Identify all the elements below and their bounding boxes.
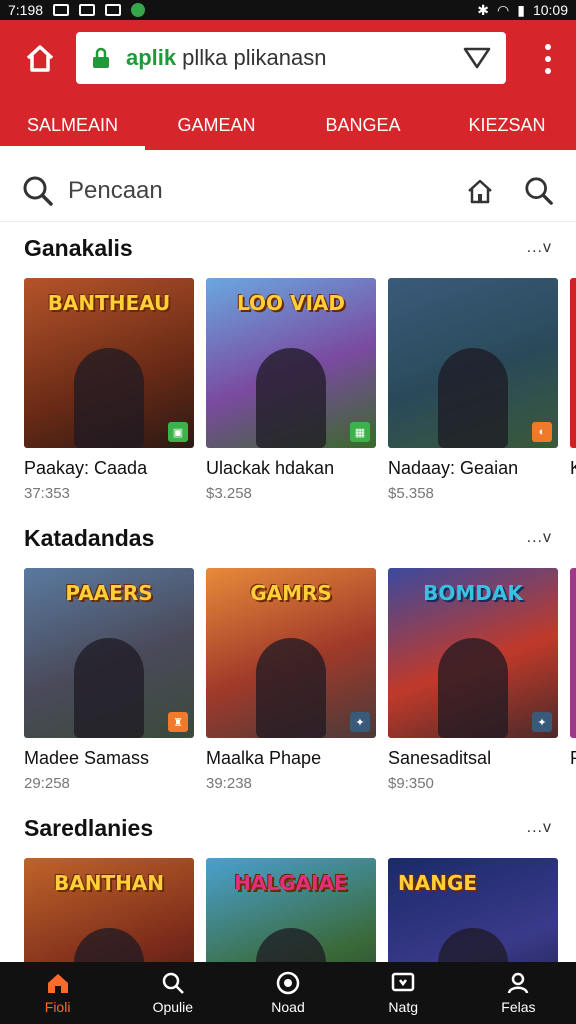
game-card[interactable]: LOO VIAD ▦ Ulackak hdakan $3.258 xyxy=(206,278,376,502)
nav-item-fioli[interactable]: Fioli xyxy=(0,962,115,1024)
nav-item-opulie[interactable]: Opulie xyxy=(115,962,230,1024)
game-thumbnail: GAMRS ✦ xyxy=(206,568,376,738)
game-thumbnail: ◐ xyxy=(388,278,558,448)
url-domain: aplik xyxy=(126,45,177,70)
tab-bar: SALMEAIN GAMEAN BANGEA KIEZSAN xyxy=(0,100,576,150)
home-icon xyxy=(47,974,68,993)
status-time: 7:198 xyxy=(8,2,44,18)
url-text: pllka plikanasn xyxy=(182,45,327,70)
game-card[interactable]: ◐ Nadaay: Geaian $5.358 xyxy=(388,278,558,502)
badge-icon: ▣ xyxy=(168,422,188,442)
status-right-time: 10:09 xyxy=(532,2,568,18)
browser-toolbar: aplik pllka plikanasn SALMEAIN GAMEAN BA… xyxy=(0,20,576,150)
url-bar[interactable]: aplik pllka plikanasn xyxy=(76,32,506,84)
game-thumbnail xyxy=(570,568,576,738)
game-character xyxy=(438,638,508,738)
store-icon xyxy=(391,972,415,992)
tab-salmeain[interactable]: SALMEAIN xyxy=(0,100,145,150)
notification-icon xyxy=(79,4,96,16)
badge-icon: ♜ xyxy=(168,712,188,732)
section-katadandas: Katadandas ...v PAAERS ♜ Madee Samass 29… xyxy=(0,518,576,792)
section-title: Ganakalis xyxy=(24,234,133,261)
search-icon xyxy=(162,972,184,994)
more-button[interactable]: ...v xyxy=(527,529,552,547)
bluetooth-icon: ✱ xyxy=(477,1,490,18)
search-icon xyxy=(23,176,53,206)
more-vert-icon[interactable] xyxy=(542,44,554,74)
lock-icon xyxy=(93,47,109,68)
game-character xyxy=(438,348,508,448)
app-icon xyxy=(131,3,146,17)
nav-item-felas[interactable]: Felas xyxy=(461,962,576,1024)
game-card[interactable]: BANTHEAU ▣ Paakay: Caada 37:353 xyxy=(24,278,194,502)
more-button[interactable]: ...v xyxy=(527,239,552,257)
badge-icon: ▦ xyxy=(350,422,370,442)
wifi-icon: ◠ xyxy=(497,1,510,18)
section-title: Saredlanies xyxy=(24,814,154,841)
home-icon[interactable] xyxy=(22,40,58,76)
signal-icon: ▮ xyxy=(517,1,525,18)
game-character xyxy=(256,348,326,448)
bottom-navigation: Fioli Opulie Noad Natg Felas xyxy=(0,962,576,1024)
nav-item-natg[interactable]: Natg xyxy=(346,962,461,1024)
person-icon xyxy=(508,972,529,994)
circle-icon xyxy=(276,971,300,995)
search-bar[interactable]: Pencaan xyxy=(0,160,576,222)
status-bar: 7:198 ✱ ◠ ▮ 10:09 xyxy=(0,0,576,20)
game-thumbnail: PAAERS ♜ xyxy=(24,568,194,738)
dropdown-icon[interactable] xyxy=(462,45,492,71)
game-card[interactable]: P xyxy=(570,568,576,792)
game-character xyxy=(74,638,144,738)
game-character xyxy=(74,348,144,448)
game-thumbnail xyxy=(570,278,576,448)
game-card[interactable]: PAAERS ♜ Madee Samass 29:258 xyxy=(24,568,194,792)
nav-item-noad[interactable]: Noad xyxy=(230,962,345,1024)
badge-icon: ✦ xyxy=(532,712,552,732)
badge-icon: ◐ xyxy=(532,422,552,442)
section-title: Katadandas xyxy=(24,524,155,551)
game-card[interactable]: GAMRS ✦ Maalka Phape 39:238 xyxy=(206,568,376,792)
tab-gamean[interactable]: GAMEAN xyxy=(145,100,288,150)
tab-bangea[interactable]: BANGEA xyxy=(288,100,438,150)
game-card[interactable]: BOMDAK ✦ Sanesaditsal $9:350 xyxy=(388,568,558,792)
search-icon[interactable] xyxy=(524,176,554,206)
more-button[interactable]: ...v xyxy=(527,819,552,837)
game-thumbnail: BOMDAK ✦ xyxy=(388,568,558,738)
search-input[interactable]: Pencaan xyxy=(68,177,163,205)
home-outline-icon[interactable] xyxy=(466,177,494,205)
game-character xyxy=(256,638,326,738)
message-icon xyxy=(105,4,122,16)
tab-kiezsan[interactable]: KIEZSAN xyxy=(438,100,576,150)
section-ganakalis: Ganakalis ...v BANTHEAU ▣ Paakay: Caada … xyxy=(0,228,576,502)
game-card[interactable]: K xyxy=(570,278,576,502)
game-thumbnail: BANTHEAU ▣ xyxy=(24,278,194,448)
game-thumbnail: LOO VIAD ▦ xyxy=(206,278,376,448)
gallery-icon xyxy=(53,4,70,16)
badge-icon: ✦ xyxy=(350,712,370,732)
